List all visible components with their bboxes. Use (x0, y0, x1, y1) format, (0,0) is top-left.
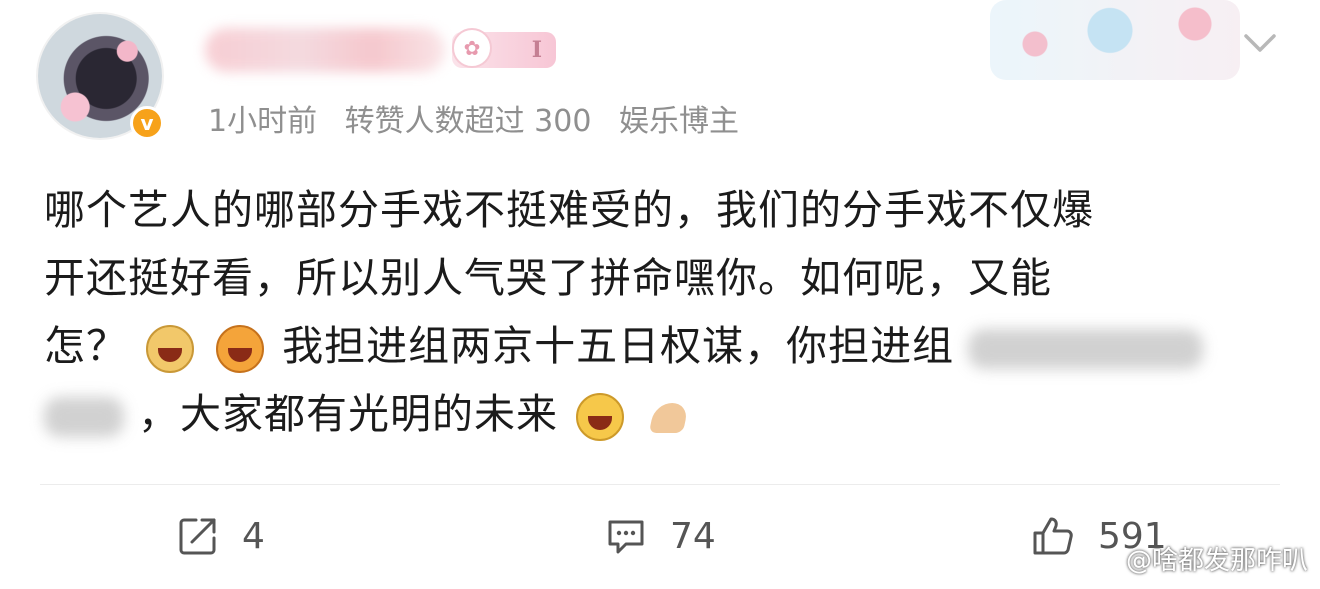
post-reposts-label: 转赞人数超过 300 (344, 104, 592, 139)
comment-icon (608, 520, 644, 554)
post-line-2: 开还挺好看，所以别人气哭了拼命嘿你。如何呢，又能 (44, 254, 1052, 302)
redacted-text (44, 397, 124, 437)
post-line-1: 哪个艺人的哪部分手戏不挺难受的，我们的分手戏不仅爆 (44, 186, 1094, 234)
verified-v-icon: v (130, 106, 164, 140)
share-icon (179, 518, 216, 555)
chevron-down-icon[interactable] (1238, 20, 1282, 64)
comment-count: 74 (670, 515, 716, 557)
share-count: 4 (242, 515, 265, 557)
redacted-text (968, 329, 1204, 369)
comment-button[interactable]: 74 (604, 512, 716, 560)
doge-emoji (146, 325, 195, 373)
laugh-emoji (216, 325, 265, 373)
share-button[interactable]: 4 (176, 512, 265, 560)
post-line-4: ，大家都有光明的未来 (44, 380, 1284, 448)
grin-emoji (576, 393, 625, 441)
post-time: 1小时前 (208, 104, 318, 139)
post-line-4-text: ，大家都有光明的未来 (138, 390, 559, 438)
card-decoration (990, 0, 1240, 80)
post-header: v I ✿ 1小时前 转赞人数超过 300 娱乐博主 (0, 0, 1320, 160)
post-line-3: 怎？ 我担进组两京十五日权谋，你担进组 (44, 312, 1284, 380)
post-category: 娱乐博主 (618, 104, 739, 139)
thumbs-up-icon (1033, 517, 1073, 555)
bunny-icon: ✿ (452, 28, 492, 68)
post-line-3-text: 我担进组两京十五日权谋，你担进组 (282, 322, 955, 370)
rank-badge-level: I (531, 37, 542, 63)
post-line-3-start: 怎？ (44, 322, 128, 370)
post-body: 哪个艺人的哪部分手戏不挺难受的，我们的分手戏不仅爆 开还挺好看，所以别人气哭了拼… (44, 176, 1284, 448)
watermark: @啥都发那咋叭 (1125, 546, 1308, 576)
pray-hands-emoji (646, 393, 694, 441)
post-meta: 1小时前 转赞人数超过 300 娱乐博主 (208, 96, 757, 140)
username-redacted[interactable] (205, 28, 445, 72)
divider (40, 484, 1280, 485)
